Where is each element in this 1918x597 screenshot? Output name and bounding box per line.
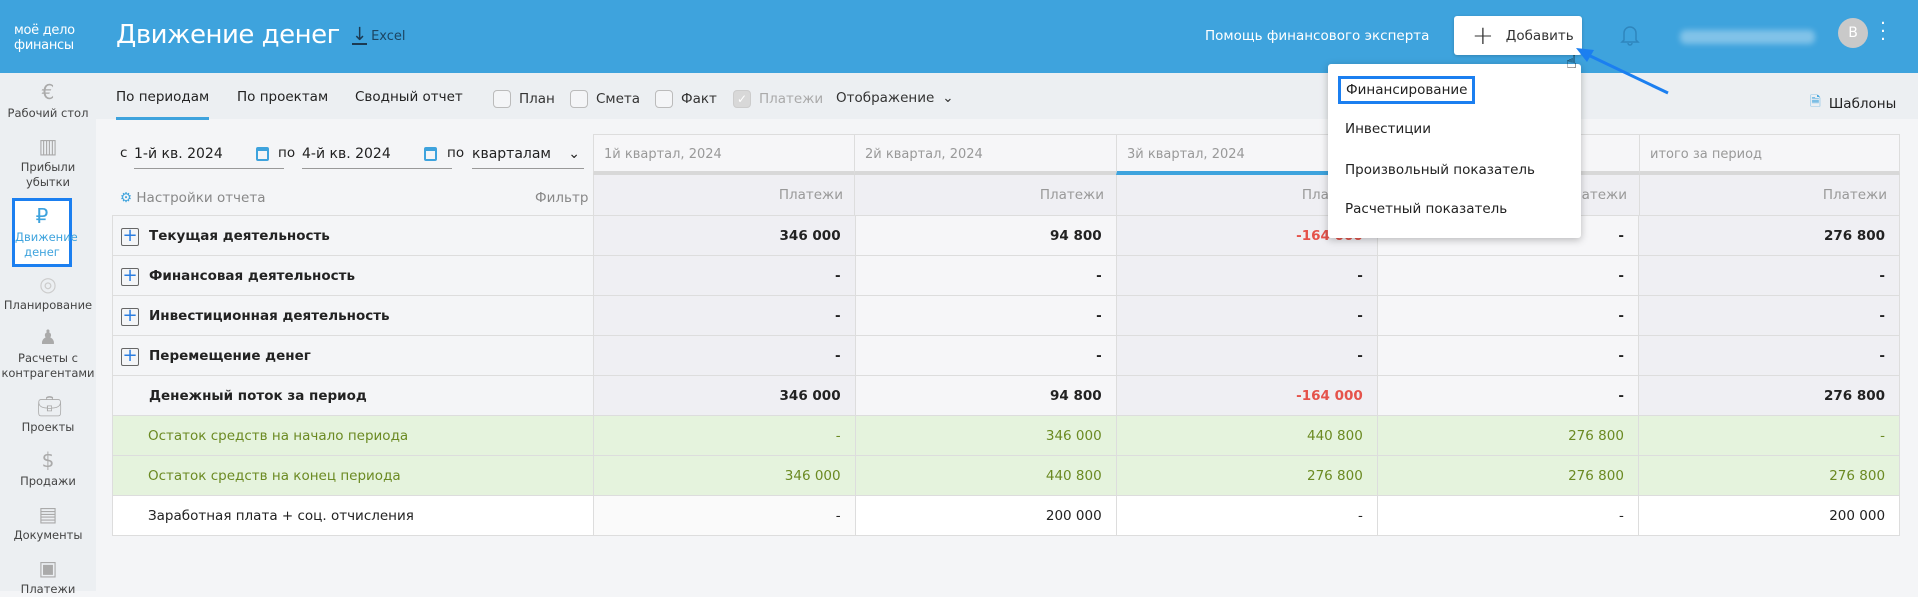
hand-cursor-icon: ☝ (1566, 52, 1577, 73)
arrow-line (1583, 51, 1669, 95)
annotation-arrow: ☝ (1566, 48, 1669, 95)
